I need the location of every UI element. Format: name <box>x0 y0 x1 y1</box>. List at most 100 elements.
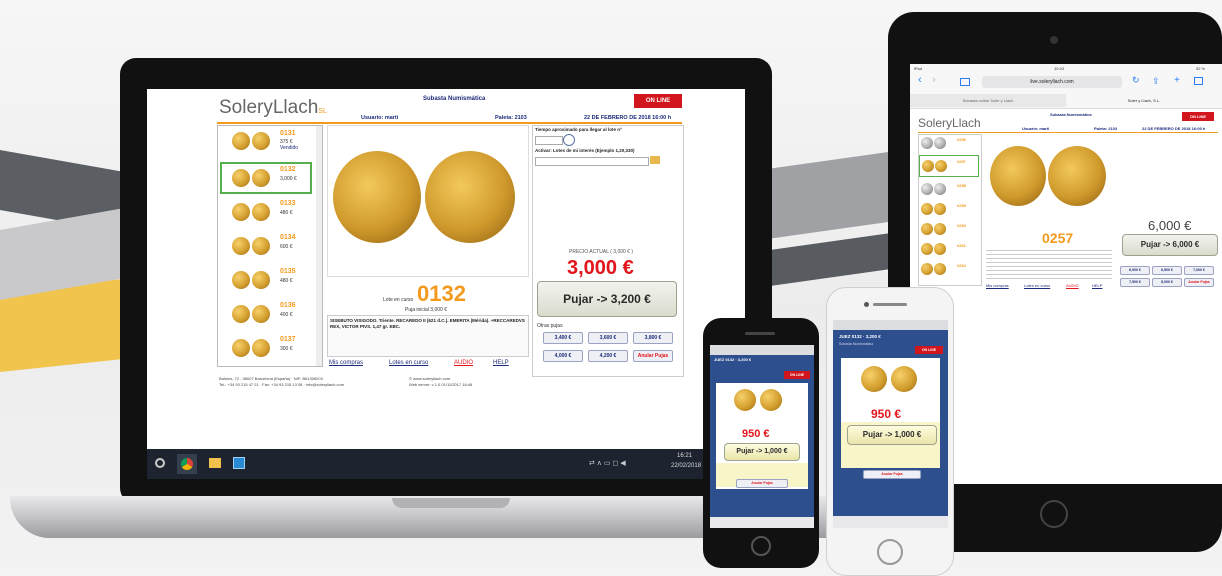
back-icon[interactable]: ‹ <box>918 74 922 86</box>
tablet-my-purchases-link[interactable]: Mis compras <box>986 283 1009 288</box>
start-icon[interactable] <box>155 458 165 468</box>
lot-price: 600 € <box>280 244 293 250</box>
coin-reverse-image[interactable] <box>425 151 515 243</box>
tablet-bid-option[interactable]: 7,500 € <box>1120 278 1150 287</box>
lot-description-box[interactable]: SISEBUTO VISIGODO. Triente. RECAREDO II … <box>327 315 529 357</box>
bid-button[interactable]: Pujar -> 3,200 € <box>537 281 677 317</box>
tablet-bid-button[interactable]: Pujar -> 6,000 € <box>1122 234 1218 256</box>
phone-dark-urlbar[interactable] <box>710 345 814 355</box>
audio-link[interactable]: AUDIO <box>454 360 473 366</box>
online-badge[interactable]: ON LINE <box>633 93 683 109</box>
lot-price: 300 € <box>280 346 293 352</box>
current-lots-link[interactable]: Lotes en curso <box>389 360 428 366</box>
lot-item-selected[interactable]: 0132 3,000 € <box>220 162 312 194</box>
lots-of-interest-input[interactable] <box>535 157 649 166</box>
tablet-screen: iPad 10:43 92 % ‹ › live.soleryllach.com… <box>910 64 1222 484</box>
bid-option-button[interactable]: 4,200 € <box>588 350 628 362</box>
clock-icon[interactable] <box>563 134 575 146</box>
lot-item[interactable]: 0131 375 € Vendido <box>220 128 312 158</box>
new-tab-icon[interactable]: + <box>1174 75 1180 86</box>
lot-item[interactable]: 0133 480 € <box>220 198 312 228</box>
phone-white-coin[interactable] <box>891 366 917 392</box>
header-divider <box>217 122 682 124</box>
footer-address: Balmes, 72 - 08007 Barcelona (España) · … <box>219 376 323 381</box>
coin-obverse-image[interactable] <box>333 151 421 243</box>
share-icon[interactable]: ⇪ <box>1152 76 1160 87</box>
coin-image <box>934 183 946 195</box>
tablet-coin-obverse[interactable] <box>990 146 1046 206</box>
phone-dark-online-badge[interactable]: ON LINE <box>784 371 810 379</box>
forward-icon[interactable]: › <box>932 74 936 86</box>
coin-image <box>934 223 946 235</box>
lot-item[interactable]: 0134 600 € <box>220 232 312 262</box>
phone-dark-home-button[interactable] <box>751 536 771 556</box>
phone-dark-cancel-bids[interactable]: Anular Pujas <box>736 479 788 488</box>
tablet-tab[interactable]: Subasta online Soler y Llach <box>910 94 1066 107</box>
tabs-icon[interactable] <box>1194 77 1203 85</box>
footer-copyright: © www.soleryllach.com <box>409 376 451 381</box>
tablet-bid-option[interactable]: 7,000 € <box>1184 266 1214 275</box>
cancel-bids-button[interactable]: Anular Pujas <box>633 350 673 362</box>
tray-icons[interactable]: ⇄ ∧ ▭ ◻ ◀ <box>589 459 629 467</box>
lot-image-panel <box>327 125 529 277</box>
phone-white-coin[interactable] <box>861 366 887 392</box>
lot-price: 480 € <box>280 210 293 216</box>
tablet-bid-option[interactable]: 6,000 € <box>1120 266 1150 275</box>
phone-dark-toolbar <box>710 517 814 528</box>
lot-number: 0131 <box>280 130 296 137</box>
phone-white-screen: JUEZ 0132 · 3,200 € Subasta Numismática … <box>833 320 948 528</box>
lot-list-scrollbar[interactable] <box>316 126 322 366</box>
tablet-help-link[interactable]: HELP <box>1092 283 1102 288</box>
clock-time[interactable]: 16:21 <box>677 453 692 459</box>
phone-white-cancel-bids[interactable]: Anular Pujas <box>863 470 921 479</box>
clock-date[interactable]: 22/02/2018 <box>671 463 701 469</box>
starting-price: Puja inicial 3,000 € <box>405 307 447 313</box>
coin-image <box>934 243 946 255</box>
phone-white-home-button[interactable] <box>877 539 903 565</box>
tablet-audio-link[interactable]: AUDIO <box>1066 283 1079 288</box>
lot-item[interactable]: 0137 300 € <box>220 334 312 364</box>
photos-icon[interactable] <box>233 457 245 469</box>
taskbar: ⇄ ∧ ▭ ◻ ◀ 16:21 22/02/2018 <box>147 449 745 479</box>
tablet-online-badge[interactable]: ON LINE <box>1182 112 1214 121</box>
tablet-bid-option[interactable]: 6,500 € <box>1152 266 1182 275</box>
phone-dark-coin[interactable] <box>734 389 756 411</box>
tablet-status-carrier: iPad <box>914 66 923 71</box>
coin-image <box>252 305 270 323</box>
bookmarks-icon[interactable] <box>960 78 970 86</box>
phone-white-online-badge[interactable]: ON LINE <box>915 346 943 354</box>
tablet-coin-reverse[interactable] <box>1048 146 1106 206</box>
time-input[interactable] <box>535 136 563 145</box>
my-purchases-link[interactable]: Mis compras <box>329 360 363 366</box>
url-bar[interactable]: live.soleryllach.com <box>982 76 1122 88</box>
phone-white-camera <box>864 302 869 307</box>
phone-dark-coin[interactable] <box>760 389 782 411</box>
tablet-camera <box>1050 36 1058 44</box>
lot-item[interactable]: 0135 480 € <box>220 266 312 296</box>
folder-icon[interactable] <box>650 156 660 164</box>
phone-white-urlbar[interactable] <box>833 320 948 330</box>
tablet-home-button[interactable] <box>1040 500 1068 528</box>
reload-icon[interactable]: ↻ <box>1132 75 1140 86</box>
tablet-bid-option[interactable]: 8,000 € <box>1152 278 1182 287</box>
file-explorer-icon[interactable] <box>209 458 221 468</box>
time-label: Tiempo aproximado para llegar al lote nº <box>535 127 622 132</box>
bid-option-button[interactable]: 4,000 € <box>543 350 583 362</box>
browser-taskbar-slot[interactable] <box>177 454 197 474</box>
coin-image <box>232 271 250 289</box>
lot-list[interactable]: 0131 375 € Vendido 0132 3,000 € 0133 480… <box>217 125 323 367</box>
help-link[interactable]: HELP <box>493 360 509 366</box>
lot-number: 0135 <box>280 268 296 275</box>
phone-white-bid-button[interactable]: Pujar -> 1,000 € <box>847 425 937 445</box>
tablet-auction-title: Subasta Numismática <box>1050 112 1092 117</box>
tablet-current-lots-link[interactable]: Lotes en curso <box>1024 283 1050 288</box>
tablet-lot-list[interactable]: 0256 0257 0258 0259 0260 0261 0262 <box>918 134 982 286</box>
phone-dark-bid-button[interactable]: Pujar -> 1,000 € <box>724 443 800 461</box>
tablet-cancel-bids[interactable]: Anular Pujas <box>1184 278 1214 287</box>
bid-option-button[interactable]: 3,600 € <box>588 332 628 344</box>
bid-option-button[interactable]: 3,400 € <box>543 332 583 344</box>
phone-dark-price: 950 € <box>742 428 770 440</box>
bid-option-button[interactable]: 3,800 € <box>633 332 673 344</box>
lot-item[interactable]: 0136 400 € <box>220 300 312 330</box>
tablet-tab-active[interactable]: Soler y Llach, S.L. <box>1066 94 1222 107</box>
